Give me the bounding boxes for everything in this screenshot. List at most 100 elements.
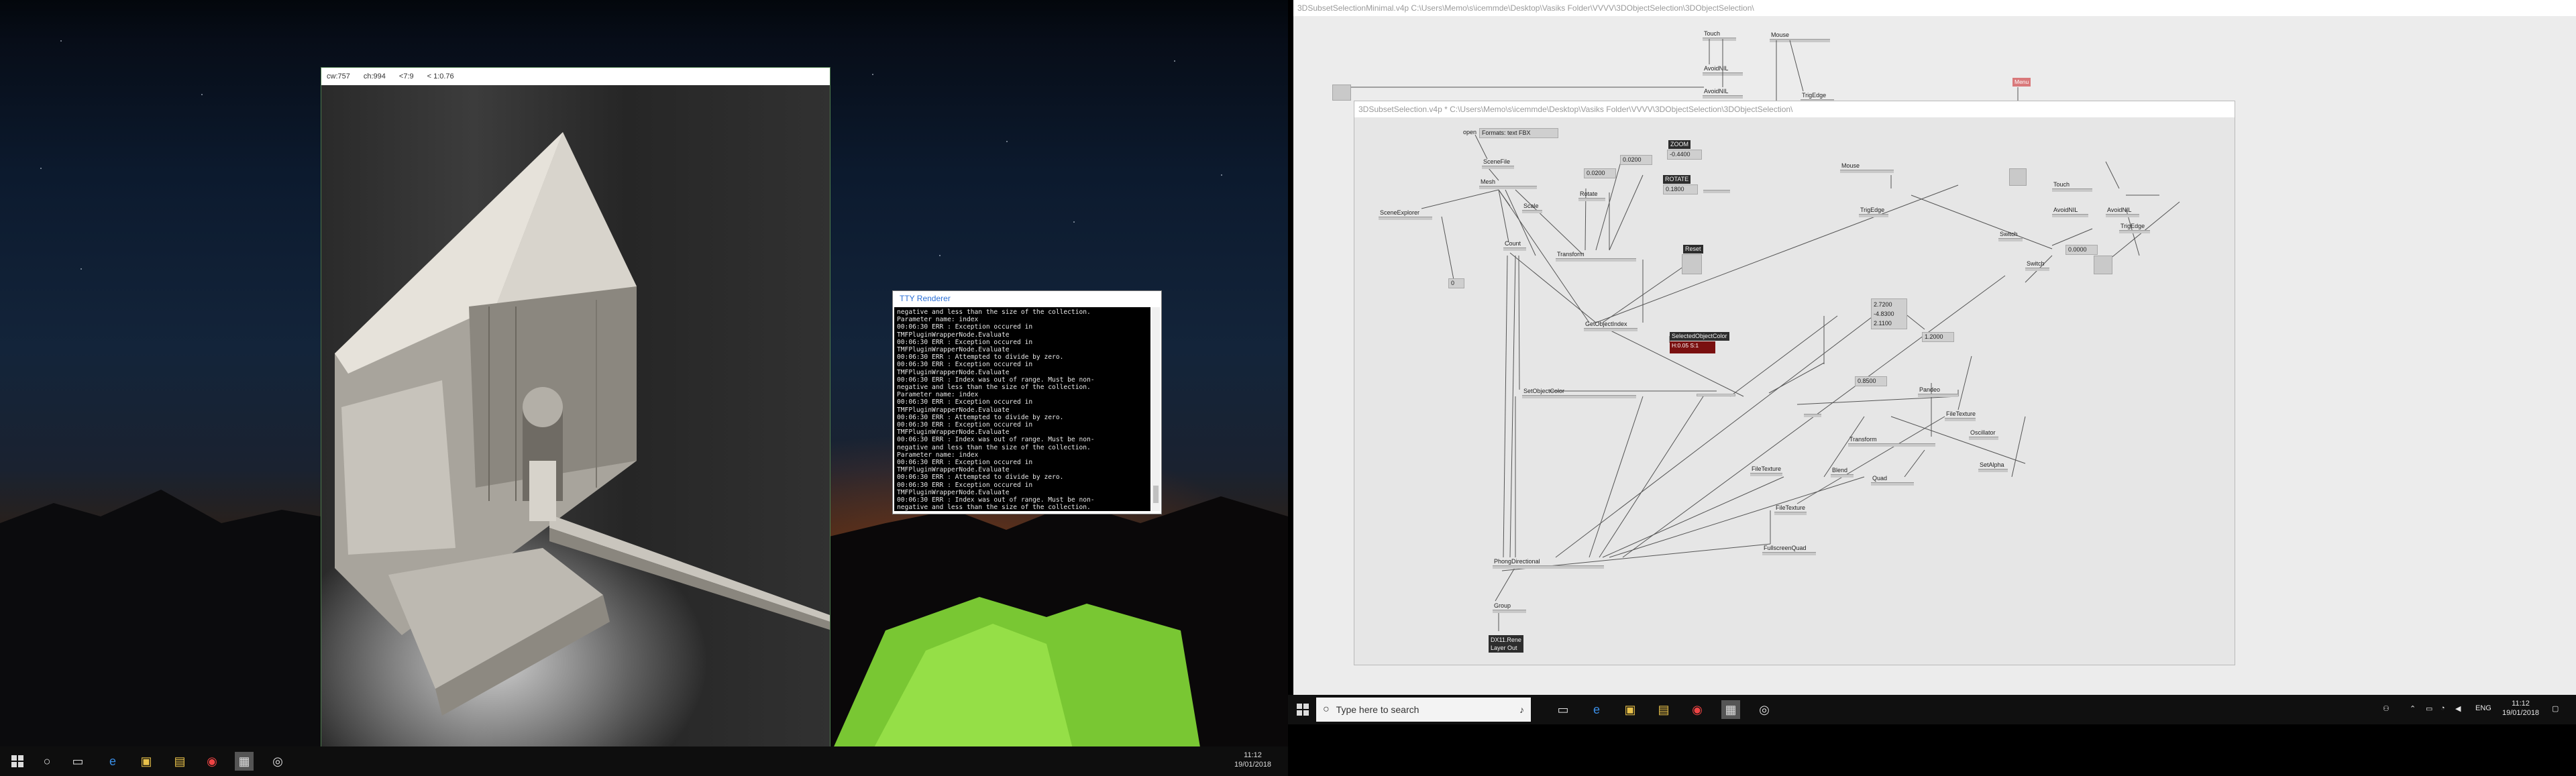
toggle-button[interactable]	[2009, 168, 2027, 186]
taskbar-right-clock[interactable]: 11:12 19/01/2018	[2502, 699, 2539, 718]
outer-patch-window[interactable]: 3DSubsetSelectionMinimal.v4p C:\Users\Me…	[1293, 0, 2576, 695]
node-value-e[interactable]: 0.8500	[1855, 376, 1887, 386]
store-icon[interactable]: ▣	[137, 752, 156, 771]
node-pins	[1522, 395, 1636, 398]
windows-start-icon[interactable]	[8, 752, 27, 771]
node-value-d[interactable]: 1.2000	[1922, 332, 1954, 342]
node-value-b[interactable]: 0.0200	[1620, 155, 1652, 165]
zoom-value[interactable]: -0.4400	[1667, 150, 1702, 160]
reset-bang-button[interactable]	[1682, 254, 1702, 274]
network-icon[interactable]: ▭	[2426, 704, 2432, 713]
right-monitor-desktop: 3DSubsetSelectionMinimal.v4p C:\Users\Me…	[1288, 0, 2576, 776]
vector-x: 2.7200	[1874, 301, 1892, 308]
tty-renderer-window[interactable]: TTY Renderer negative and less than the …	[892, 290, 1162, 514]
node-pins	[1945, 418, 1976, 421]
renderer-3d-viewport[interactable]	[321, 85, 830, 753]
edge-browser-icon[interactable]: e	[103, 752, 122, 771]
microphone-icon[interactable]: ♪	[1519, 704, 1524, 715]
node-value-a[interactable]: 0.0200	[1584, 168, 1616, 178]
node-label: GetObjectIndex	[1585, 321, 1627, 327]
vvvv-app-icon[interactable]: ▦	[235, 752, 254, 771]
windows-start-icon[interactable]	[1293, 700, 1312, 719]
value-text: 0.0200	[1623, 156, 1642, 163]
star	[201, 94, 203, 95]
renderer-title-field: <7:9	[398, 72, 414, 80]
chrome-icon[interactable]: ◉	[203, 752, 221, 771]
taskbar-left: ○ ▭ e ▣ ▤ ◉ ▦ ◎ 11:12 19/01/2018	[0, 746, 1288, 776]
node-value-box[interactable]	[1697, 394, 1735, 396]
tty-title-bar[interactable]: TTY Renderer	[893, 291, 1161, 306]
node-pins	[1859, 214, 1888, 217]
volume-icon[interactable]: ◀	[2455, 704, 2461, 713]
value-text: -0.4400	[1670, 151, 1690, 158]
wifi-icon[interactable]: ◔	[2440, 704, 2445, 712]
edge-browser-icon[interactable]: e	[1587, 700, 1606, 719]
rotate-value[interactable]: 0.1800	[1663, 184, 1698, 195]
file-explorer-icon[interactable]: ▤	[170, 752, 189, 771]
value-text: 0.1800	[1666, 186, 1684, 192]
value-text: 0.0000	[2068, 246, 2087, 253]
node-value-zero[interactable]: 0	[1448, 278, 1464, 288]
node-pins	[2119, 230, 2150, 233]
vvvv-logo-icon[interactable]: ◎	[1755, 700, 1774, 719]
tty-scrollbar-thumb[interactable]	[1153, 486, 1159, 503]
renderer-title-field: cw:757	[327, 72, 350, 80]
chrome-icon[interactable]: ◉	[1688, 700, 1707, 719]
outer-node-box[interactable]	[1332, 85, 1351, 101]
value-text: 1.2000	[1925, 333, 1943, 340]
renderer-title-bar[interactable]: cw:757 ch:994 <7:9 < 1:0.76	[321, 68, 830, 85]
node-format-string[interactable]: Formats: text FBX	[1479, 128, 1558, 138]
task-view-icon[interactable]: ▭	[68, 752, 87, 771]
search-icon[interactable]: ○	[38, 752, 56, 771]
node-label: TrigEdge	[2121, 223, 2145, 229]
tty-log-text: negative and less than the size of the c…	[897, 309, 1095, 511]
node-label: Transform	[1557, 251, 1585, 258]
node-pins	[1556, 258, 1636, 262]
node-dx11-renderer[interactable]: DX11.Rene Layer Out	[1489, 635, 1523, 653]
reset-label: Reset	[1683, 245, 1703, 254]
task-view-icon[interactable]: ▭	[1554, 700, 1572, 719]
vvvv-logo-icon[interactable]: ◎	[268, 752, 287, 771]
node-pins	[1482, 166, 1514, 169]
file-explorer-icon[interactable]: ▤	[1654, 700, 1673, 719]
tty-scrollbar[interactable]	[1152, 307, 1160, 511]
store-icon[interactable]: ▣	[1621, 700, 1640, 719]
notifications-icon[interactable]: ▢	[2552, 704, 2559, 713]
selected-color-label: SelectedObjectColor	[1670, 332, 1729, 341]
node-pins	[1774, 512, 1807, 515]
star	[939, 255, 941, 256]
node-pins	[1578, 198, 1605, 201]
renderer-window[interactable]: cw:757 ch:994 <7:9 < 1:0.76	[321, 67, 830, 754]
node-label: open	[1463, 129, 1477, 135]
node-label: Mesh	[1481, 178, 1496, 185]
zoom-label: ZOOM	[1668, 140, 1690, 149]
node-label: Touch	[2053, 181, 2070, 188]
taskbar-left-clock[interactable]: 11:12 19/01/2018	[1234, 751, 1271, 769]
node-label: Count	[1505, 240, 1521, 247]
node-pins	[1969, 437, 1998, 440]
selected-color-swatch[interactable]: H:0.05 S:1	[1670, 341, 1715, 353]
tty-console-output[interactable]: negative and less than the size of the c…	[894, 307, 1150, 511]
search-icon: ○	[1323, 704, 1330, 715]
node-vector-xyz[interactable]: 2.7200 -4.8300 2.1100	[1871, 298, 1907, 329]
node-label: FileTexture	[1752, 465, 1782, 472]
inner-patch-window[interactable]: 3DSubsetSelection.v4p * C:\Users\Memo\s\…	[1354, 101, 2235, 665]
taskbar-right: ○ Type here to search ♪ ▭ e ▣ ▤ ◉ ▦ ◎ ⚇ …	[1288, 695, 2576, 724]
node-pins	[1750, 473, 1782, 476]
node-label: SceneFile	[1483, 158, 1511, 165]
node-pins	[1848, 443, 1935, 447]
node-label: AvoidNIL	[2107, 207, 2132, 213]
node-pins	[1831, 474, 1854, 478]
bang-button[interactable]	[2094, 256, 2112, 274]
vvvv-app-icon[interactable]: ▦	[1721, 700, 1740, 719]
node-pins	[1998, 238, 2023, 241]
renderer-title-field: < 1:0.76	[427, 72, 454, 80]
people-icon[interactable]: ⚇	[2383, 704, 2390, 713]
chevron-up-icon[interactable]: ⌃	[2410, 704, 2416, 713]
taskbar-search-input[interactable]: ○ Type here to search ♪	[1316, 698, 1531, 722]
keyboard-language[interactable]: ENG	[2475, 704, 2491, 712]
value-text: 0.0200	[1587, 170, 1605, 176]
node-value-c[interactable]: 0.0000	[2065, 245, 2098, 255]
node-label: SceneExplorer	[1380, 209, 1420, 216]
node-label: PhongDirectional	[1494, 558, 1540, 565]
